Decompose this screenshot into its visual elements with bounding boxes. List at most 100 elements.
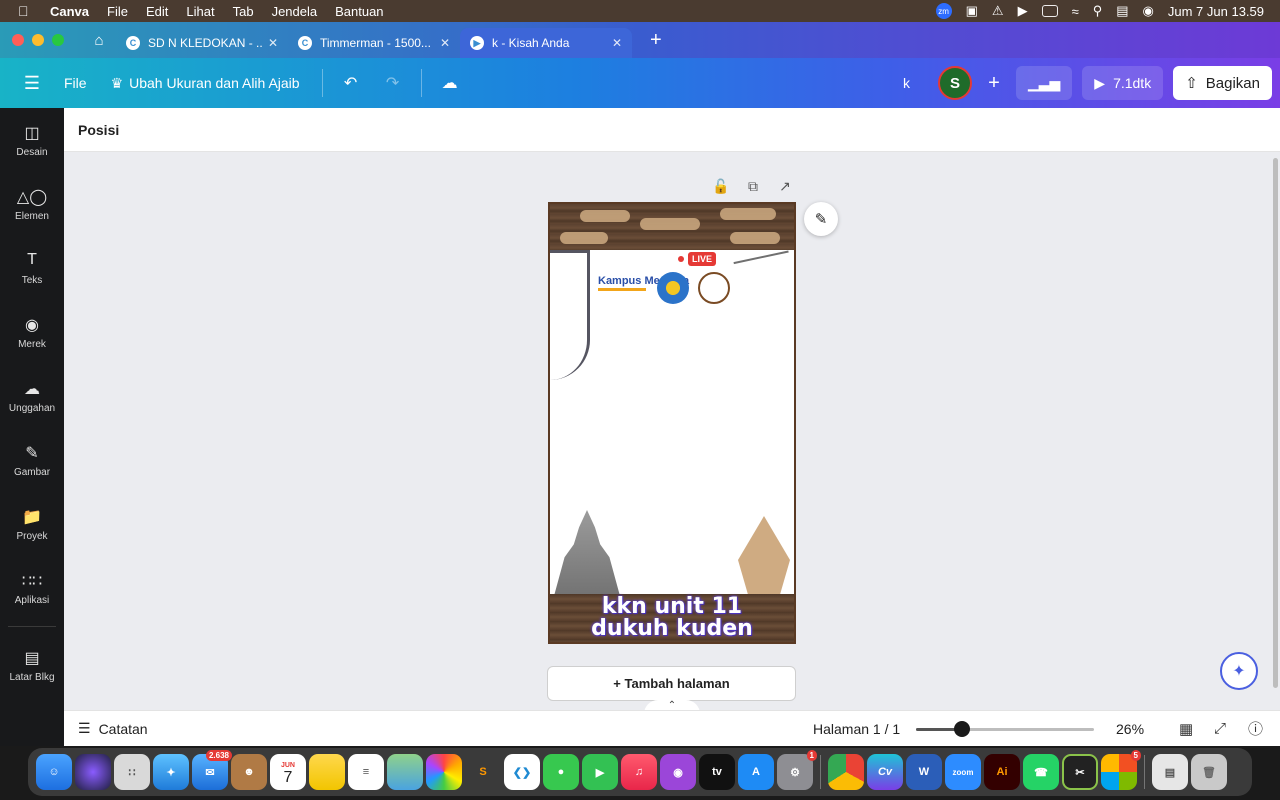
- shotcut-icon[interactable]: ✂: [1062, 754, 1098, 790]
- redo-icon[interactable]: ↷: [379, 69, 407, 97]
- close-tab-icon[interactable]: ✕: [268, 36, 278, 50]
- canvas-scrollbar[interactable]: [1273, 158, 1278, 688]
- system-settings-icon[interactable]: ⚙ 1: [777, 750, 817, 790]
- notes-app-icon[interactable]: [309, 754, 345, 790]
- app-store-icon[interactable]: A: [738, 754, 774, 790]
- menu-tab[interactable]: Tab: [233, 4, 254, 19]
- zoom-slider[interactable]: [916, 721, 1094, 737]
- menu-file[interactable]: File: [107, 4, 128, 19]
- menu-app-name[interactable]: Canva: [50, 4, 89, 19]
- sublime-text-icon[interactable]: S: [465, 754, 501, 790]
- avatar[interactable]: S: [937, 66, 972, 100]
- sidebar-item-label: Teks: [21, 274, 43, 286]
- contacts-icon[interactable]: ☻: [231, 754, 267, 790]
- new-tab-button[interactable]: +: [650, 29, 662, 52]
- background-icon: ▤: [24, 649, 40, 667]
- launchpad-icon[interactable]: ∷: [114, 754, 150, 790]
- invite-plus-icon[interactable]: +: [982, 72, 1006, 95]
- vscode-icon[interactable]: ❮❯: [504, 754, 540, 790]
- sidebar-item-elements[interactable]: △◯ Elemen: [0, 172, 64, 236]
- canva-icon[interactable]: Cv: [867, 754, 903, 790]
- magic-resize-button[interactable]: ♛ Ubah Ukuran dan Alih Ajaib: [111, 75, 300, 92]
- insights-button[interactable]: ▁▃▅: [1015, 66, 1073, 100]
- photos-icon[interactable]: [426, 754, 462, 790]
- wifi-icon[interactable]: ≈: [1072, 4, 1079, 19]
- zoom-window-button[interactable]: [52, 34, 64, 46]
- grid-view-icon[interactable]: ▦: [1179, 720, 1193, 738]
- browser-tab[interactable]: C SD N KLEDOKAN - ... ✕: [116, 28, 288, 58]
- sidebar-item-apps[interactable]: ∷∷ Aplikasi: [0, 556, 64, 620]
- close-tab-icon[interactable]: ✕: [612, 36, 622, 50]
- sidebar-item-design[interactable]: ◫ Desain: [0, 108, 64, 172]
- sidebar-item-draw[interactable]: ✎ Gambar: [0, 428, 64, 492]
- add-page-icon[interactable]: ↗: [776, 177, 794, 195]
- trash-icon[interactable]: 🗑: [1191, 754, 1227, 790]
- sidebar-item-uploads[interactable]: ☁ Unggahan: [0, 364, 64, 428]
- page-indicator[interactable]: Halaman 1 / 1: [813, 721, 900, 737]
- home-icon[interactable]: ⌂: [82, 26, 116, 54]
- exclamation-icon[interactable]: ⚠: [992, 3, 1004, 19]
- share-button[interactable]: ⇧ Bagikan: [1173, 66, 1272, 100]
- spotlight-search-icon[interactable]: ⚲: [1093, 3, 1103, 19]
- facetime-icon[interactable]: ▶: [582, 754, 618, 790]
- calendar-icon[interactable]: JUN 7: [270, 754, 306, 790]
- sidebar-item-brand[interactable]: ◉ Merek: [0, 300, 64, 364]
- maps-icon[interactable]: [387, 754, 423, 790]
- apple-icon[interactable]: : [18, 3, 36, 19]
- notes-button[interactable]: ☰ Catatan: [78, 720, 148, 737]
- kkn-logo: [698, 272, 730, 304]
- messages-icon[interactable]: ●: [543, 754, 579, 790]
- whatsapp-icon[interactable]: ☎: [1023, 754, 1059, 790]
- file-menu-button[interactable]: File: [64, 75, 87, 91]
- menu-hamburger-icon[interactable]: ☰: [0, 73, 64, 94]
- sidebar-item-projects[interactable]: 📁 Proyek: [0, 492, 64, 556]
- close-window-button[interactable]: [12, 34, 24, 46]
- cloud-saved-icon[interactable]: ☁: [436, 69, 464, 97]
- add-page-button[interactable]: + Tambah halaman: [547, 666, 796, 701]
- menu-help[interactable]: Bantuan: [335, 4, 383, 19]
- menu-edit[interactable]: Edit: [146, 4, 168, 19]
- menubar-clock[interactable]: Jum 7 Jun 13.59: [1168, 4, 1264, 19]
- position-button[interactable]: Posisi: [78, 122, 119, 138]
- lock-icon[interactable]: 🔓: [712, 177, 730, 195]
- close-tab-icon[interactable]: ✕: [440, 36, 450, 50]
- chrome-icon[interactable]: [828, 754, 864, 790]
- finder-icon[interactable]: ☺: [36, 754, 72, 790]
- minimize-window-button[interactable]: [32, 34, 44, 46]
- zoom-icon[interactable]: zoom: [945, 754, 981, 790]
- siri-icon[interactable]: [75, 754, 111, 790]
- browser-tab[interactable]: C Timmerman - 1500... ✕: [288, 28, 460, 58]
- play-circle-icon[interactable]: ▶: [1018, 3, 1028, 19]
- help-icon[interactable]: ⓘ: [1248, 718, 1263, 739]
- present-button[interactable]: ▶ 7.1dtk: [1082, 66, 1164, 100]
- zoom-status-icon[interactable]: zm: [935, 3, 952, 19]
- browser-tab-active[interactable]: ▶ k - Kisah Anda ✕: [460, 28, 632, 58]
- preview-icon[interactable]: ▤: [1152, 754, 1188, 790]
- document-name[interactable]: k: [903, 75, 910, 91]
- illustrator-icon[interactable]: Ai: [984, 754, 1020, 790]
- magic-assistant-icon[interactable]: ✦: [1220, 652, 1258, 690]
- mail-icon[interactable]: ✉ 2.638: [192, 750, 232, 790]
- screen-share-icon[interactable]: ▣: [966, 3, 978, 19]
- apple-tv-icon[interactable]: tv: [699, 754, 735, 790]
- menu-view[interactable]: Lihat: [186, 4, 214, 19]
- menu-window[interactable]: Jendela: [272, 4, 318, 19]
- siri-icon[interactable]: ◉: [1143, 3, 1154, 19]
- office-icon[interactable]: 5: [1101, 750, 1141, 790]
- sidebar-item-background[interactable]: ▤ Latar Blkg: [0, 633, 64, 697]
- music-icon[interactable]: ♫: [621, 754, 657, 790]
- zoom-slider-handle[interactable]: [954, 721, 971, 737]
- podcasts-icon[interactable]: ◉: [660, 754, 696, 790]
- reminders-icon[interactable]: ≡: [348, 754, 384, 790]
- design-page[interactable]: LIVE Kampus Merdeka kkn unit 11 dukuh ku…: [548, 202, 796, 644]
- word-icon[interactable]: W: [906, 754, 942, 790]
- undo-icon[interactable]: ↶: [337, 69, 365, 97]
- sidebar-item-text[interactable]: T Teks: [0, 236, 64, 300]
- safari-icon[interactable]: ✦: [153, 754, 189, 790]
- add-comment-icon[interactable]: ✎: [804, 202, 838, 236]
- zoom-level[interactable]: 26%: [1116, 721, 1144, 737]
- duplicate-page-icon[interactable]: ⧉: [744, 177, 762, 195]
- fullscreen-icon[interactable]: ⤢: [1214, 720, 1226, 737]
- battery-icon[interactable]: [1041, 5, 1058, 17]
- control-center-icon[interactable]: ▤: [1116, 3, 1128, 19]
